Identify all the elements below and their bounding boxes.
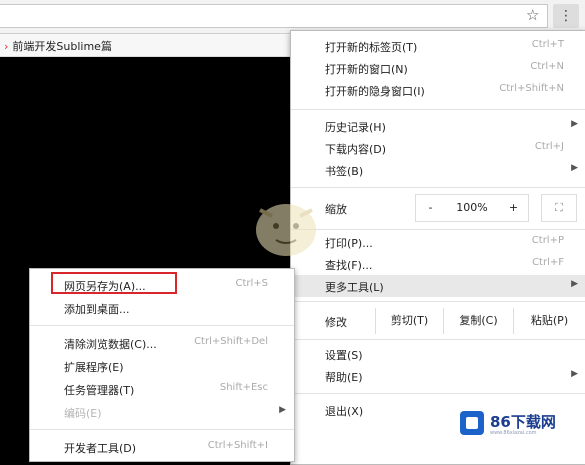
- menu-shortcut: Ctrl+F: [532, 257, 564, 268]
- menu-label: 帮助(E): [325, 371, 363, 384]
- menu-divider: [291, 393, 585, 394]
- submenu-item-task-manager[interactable]: 任务管理器(T) Shift+Esc: [30, 378, 294, 400]
- menu-label: 下载内容(D): [325, 143, 387, 156]
- cut-button[interactable]: 剪切(T): [375, 308, 443, 334]
- zoom-label: 缩放: [325, 203, 347, 216]
- menu-label: 打开新的窗口(N): [325, 63, 408, 76]
- bookmark-item[interactable]: › 前端开发Sublime篇: [4, 38, 112, 54]
- zoom-out-button[interactable]: -: [415, 194, 445, 222]
- menu-item-new-window[interactable]: 打开新的窗口(N) Ctrl+N: [291, 57, 585, 79]
- menu-label: 添加到桌面...: [64, 303, 130, 316]
- menu-label: 查找(F)...: [325, 259, 373, 272]
- paste-button[interactable]: 粘贴(P): [513, 308, 585, 334]
- menu-label: 任务管理器(T): [64, 384, 135, 397]
- menu-divider: [291, 187, 585, 188]
- menu-label: 更多工具(L): [325, 281, 384, 294]
- submenu-item-add-to-desktop[interactable]: 添加到桌面...: [30, 297, 294, 319]
- zoom-level: 100%: [445, 194, 499, 222]
- menu-shortcut: Ctrl+S: [235, 278, 268, 289]
- brand-name: 86下载网: [490, 413, 556, 431]
- menu-item-more-tools[interactable]: 更多工具(L) ▶: [291, 275, 585, 297]
- menu-shortcut: Ctrl+J: [534, 141, 564, 152]
- bookmark-label: 前端开发Sublime篇: [12, 40, 112, 53]
- menu-item-bookmarks[interactable]: 书签(B) ▶: [291, 159, 585, 181]
- mascot-watermark-icon: [256, 204, 316, 256]
- menu-label: 退出(X): [325, 405, 364, 418]
- chevron-right-icon: ▶: [571, 119, 578, 129]
- highlight-box: [51, 272, 177, 294]
- menu-divider: [291, 109, 585, 110]
- menu-label: 历史记录(H): [325, 121, 386, 134]
- menu-label: 清除浏览数据(C)...: [64, 338, 157, 351]
- chevron-right-icon: ▶: [571, 279, 578, 289]
- bookmark-favicon-icon: ›: [4, 40, 9, 53]
- submenu-item-devtools[interactable]: 开发者工具(D) Ctrl+Shift+I: [30, 436, 294, 458]
- menu-divider: [291, 301, 585, 302]
- menu-divider: [291, 339, 585, 340]
- menu-shortcut: Ctrl+P: [531, 235, 564, 246]
- menu-divider: [30, 325, 294, 326]
- chevron-right-icon: ▶: [571, 163, 578, 173]
- copy-button[interactable]: 复制(C): [443, 308, 513, 334]
- menu-label: 开发者工具(D): [64, 442, 137, 455]
- menu-shortcut: Ctrl+N: [530, 61, 564, 72]
- address-bar[interactable]: [0, 4, 548, 28]
- browser-toolbar: ☆ ⋮: [0, 0, 585, 34]
- menu-label: 打开新的隐身窗口(I): [325, 85, 425, 98]
- chrome-main-menu: 打开新的标签页(T) Ctrl+T 打开新的窗口(N) Ctrl+N 打开新的隐…: [290, 30, 585, 465]
- edit-row: 修改 剪切(T) 复制(C) 粘贴(P): [291, 305, 585, 337]
- menu-label: 设置(S): [325, 349, 363, 362]
- menu-label: 编码(E): [64, 407, 102, 420]
- chevron-right-icon: ▶: [279, 405, 286, 415]
- menu-shortcut: Ctrl+Shift+Del: [194, 336, 268, 347]
- submenu-item-extensions[interactable]: 扩展程序(E): [30, 355, 294, 377]
- kebab-menu-icon[interactable]: ⋮: [553, 4, 579, 28]
- menu-label: 打开新的标签页(T): [325, 41, 418, 54]
- menu-shortcut: Shift+Esc: [219, 382, 268, 393]
- more-tools-submenu: 网页另存为(A)... Ctrl+S 添加到桌面... 清除浏览数据(C)...…: [29, 268, 295, 462]
- menu-item-settings[interactable]: 设置(S): [291, 343, 585, 365]
- brand-url: www.86xiazai.com: [490, 430, 537, 436]
- zoom-in-button[interactable]: +: [499, 194, 529, 222]
- menu-divider: [291, 229, 585, 230]
- menu-item-help[interactable]: 帮助(E) ▶: [291, 365, 585, 387]
- edit-label: 修改: [325, 316, 347, 329]
- menu-item-print[interactable]: 打印(P)... Ctrl+P: [291, 231, 585, 253]
- menu-item-incognito[interactable]: 打开新的隐身窗口(I) Ctrl+Shift+N: [291, 79, 585, 101]
- menu-label: 书签(B): [325, 165, 364, 178]
- brand-logo-icon: [460, 411, 484, 435]
- chevron-right-icon: ▶: [571, 369, 578, 379]
- menu-item-downloads[interactable]: 下载内容(D) Ctrl+J: [291, 137, 585, 159]
- menu-shortcut: Ctrl+Shift+I: [207, 440, 268, 451]
- submenu-item-clear-data[interactable]: 清除浏览数据(C)... Ctrl+Shift+Del: [30, 332, 294, 354]
- menu-shortcut: Ctrl+T: [531, 39, 564, 50]
- menu-label: 扩展程序(E): [64, 361, 124, 374]
- menu-item-history[interactable]: 历史记录(H) ▶: [291, 115, 585, 137]
- menu-shortcut: Ctrl+Shift+N: [499, 83, 564, 94]
- submenu-item-encoding[interactable]: 编码(E) ▶: [30, 401, 294, 423]
- menu-label: 打印(P)...: [325, 237, 373, 250]
- fullscreen-icon[interactable]: ⛶: [541, 194, 577, 222]
- brand-watermark: 86下载网 www.86xiazai.com: [454, 406, 582, 442]
- star-icon[interactable]: ☆: [526, 6, 539, 24]
- menu-item-new-tab[interactable]: 打开新的标签页(T) Ctrl+T: [291, 35, 585, 57]
- menu-divider: [30, 429, 294, 430]
- zoom-row: 缩放 - 100% + ⛶: [291, 191, 585, 225]
- menu-item-find[interactable]: 查找(F)... Ctrl+F: [291, 253, 585, 275]
